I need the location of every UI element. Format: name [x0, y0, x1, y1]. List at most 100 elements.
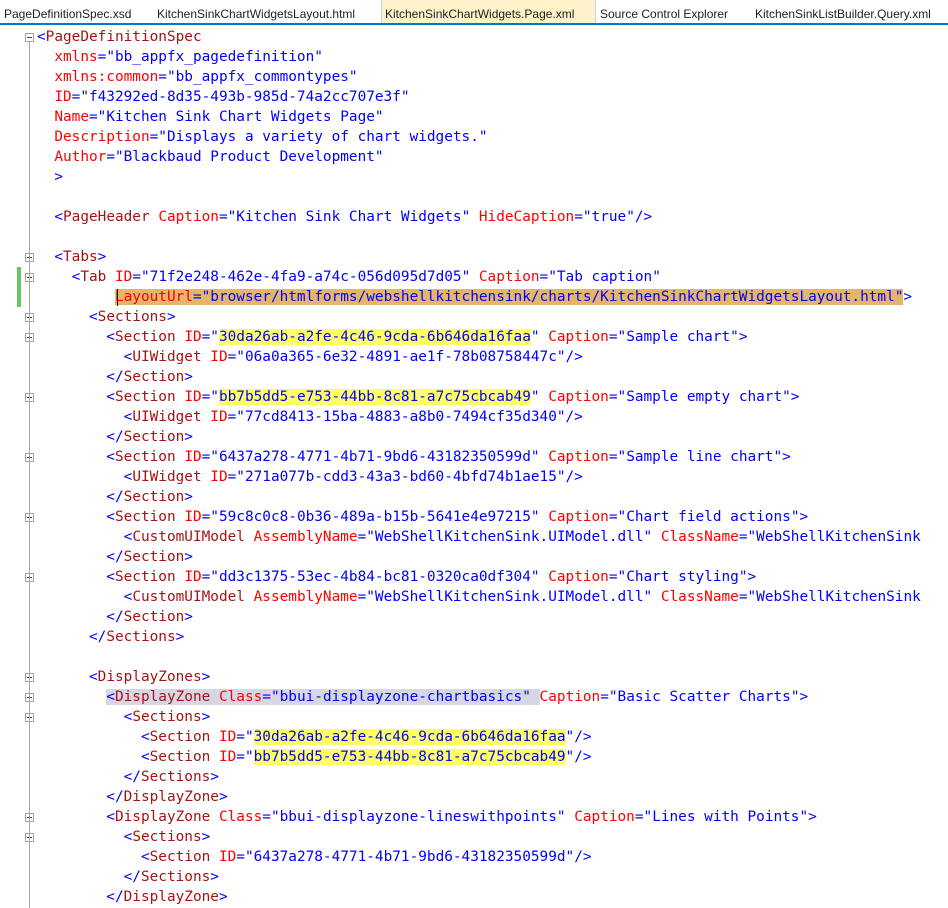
- code-line[interactable]: <DisplayZone Class="bbui-displayzone-cha…: [37, 687, 808, 707]
- code-token: 06a0a365-6e32-4891-ae1f-78b08758447c: [244, 349, 557, 365]
- code-line[interactable]: </DisplayZone>: [37, 787, 227, 807]
- code-token: HideCaption: [478, 209, 575, 225]
- code-line[interactable]: <PageDefinitionSpec: [37, 27, 202, 47]
- code-line[interactable]: </DisplayZone>: [37, 887, 227, 907]
- code-line[interactable]: <Tab ID="71f2e248-462e-4fa9-a74c-056d095…: [37, 267, 661, 287]
- code-token: </: [37, 789, 124, 805]
- code-line[interactable]: <CustomUIModel AssemblyName="WebShellKit…: [37, 527, 921, 547]
- code-line[interactable]: </Section>: [37, 487, 193, 507]
- tab-kitchensinklistbuilder-query-xml[interactable]: KitchenSinkListBuilder.Query.xml: [755, 0, 931, 23]
- code-token: =": [608, 329, 627, 345]
- code-editor[interactable]: <PageDefinitionSpec xmlns="bb_appfx_page…: [0, 27, 948, 908]
- code-token: ID: [210, 469, 228, 485]
- code-token: ">: [799, 809, 817, 825]
- change-marker: [17, 267, 21, 307]
- code-line[interactable]: <Sections>: [37, 827, 211, 847]
- code-token: Caption: [158, 209, 219, 225]
- code-line[interactable]: <Section ID="30da26ab-a2fe-4c46-9cda-6b6…: [37, 327, 747, 347]
- code-token: </: [37, 869, 141, 885]
- code-line[interactable]: <CustomUIModel AssemblyName="WebShellKit…: [37, 587, 921, 607]
- code-line[interactable]: <Section ID="bb7b5dd5-e753-44bb-8c81-a7c…: [37, 387, 799, 407]
- code-token: ": [374, 149, 384, 165]
- code-token: DisplayZones: [97, 669, 202, 685]
- code-token: Section: [123, 609, 185, 625]
- code-token: <: [37, 309, 98, 325]
- code-line[interactable]: Name="Kitchen Sink Chart Widgets Page": [37, 107, 383, 127]
- code-token: ": [530, 329, 549, 345]
- code-line[interactable]: xmlns="bb_appfx_pagedefinition": [37, 47, 323, 67]
- code-token: ID: [210, 409, 228, 425]
- code-token: =": [201, 449, 219, 465]
- code-line[interactable]: </Section>: [37, 427, 193, 447]
- code-line[interactable]: <UIWidget ID="271a077b-cdd3-43a3-bd60-4b…: [37, 467, 583, 487]
- code-token: >: [184, 429, 193, 445]
- code-line[interactable]: <Section ID="6437a278-4771-4b71-9bd6-431…: [37, 447, 791, 467]
- code-line[interactable]: ID="f43292ed-8d35-493b-985d-74a2cc707e3f…: [37, 87, 409, 107]
- tab-kitchensinkchartwidgetslayout-html[interactable]: KitchenSinkChartWidgetsLayout.html: [157, 0, 355, 23]
- code-token: DisplayZone: [114, 809, 211, 825]
- code-token: 77cd8413-15ba-4883-a8b0-7494cf35d340: [244, 409, 557, 425]
- code-line[interactable]: Description="Displays a variety of chart…: [37, 127, 488, 147]
- code-token: ">: [790, 689, 809, 705]
- code-token: Section: [149, 729, 211, 745]
- code-line[interactable]: <Section ID="30da26ab-a2fe-4c46-9cda-6b6…: [37, 727, 592, 747]
- code-line[interactable]: </Section>: [37, 367, 193, 387]
- code-token: ID: [54, 89, 72, 105]
- code-token: f43292ed-8d35-493b-985d-74a2cc707e3f: [88, 89, 401, 105]
- code-line[interactable]: Author="Blackbaud Product Development": [37, 147, 384, 167]
- code-line[interactable]: <DisplayZone Class="bbui-displayzone-lin…: [37, 807, 817, 827]
- tab-source-control-explorer[interactable]: Source Control Explorer: [600, 0, 728, 23]
- code-line[interactable]: <DisplayZones>: [37, 667, 210, 687]
- code-line[interactable]: <Sections>: [37, 707, 211, 727]
- code-token: =": [218, 209, 237, 225]
- code-token: Caption: [574, 809, 635, 825]
- tab-pagedefinitionspec-xsd[interactable]: PageDefinitionSpec.xsd: [4, 0, 131, 23]
- code-token: bb_appfx_commontypes: [175, 69, 349, 85]
- code-token: Kitchen Sink Chart Widgets: [236, 209, 462, 225]
- code-token: bb7b5dd5-e753-44bb-8c81-a7c75cbcab49: [218, 389, 531, 405]
- code-token: Caption: [539, 689, 601, 705]
- code-line[interactable]: <UIWidget ID="06a0a365-6e32-4891-ae1f-78…: [37, 347, 583, 367]
- code-token: <: [37, 249, 63, 265]
- tab-kitchensinkchartwidgets-page-xml[interactable]: KitchenSinkChartWidgets.Page.xml: [381, 0, 596, 23]
- code-token: UIWidget: [132, 469, 202, 485]
- code-token: Sections: [132, 829, 202, 845]
- code-token: Sections: [140, 769, 211, 785]
- code-line[interactable]: <PageHeader Caption="Kitchen Sink Chart …: [37, 207, 652, 227]
- code-line[interactable]: LayoutUrl="browser/htmlforms/webshellkit…: [37, 287, 912, 307]
- code-token: =": [738, 589, 757, 605]
- code-token: PageHeader: [63, 209, 150, 225]
- code-line[interactable]: </Section>: [37, 547, 193, 567]
- code-token: >: [97, 249, 107, 265]
- code-token: =": [227, 349, 245, 365]
- code-token: =": [600, 689, 618, 705]
- code-token: <: [37, 729, 150, 745]
- code-line[interactable]: <Section ID="bb7b5dd5-e753-44bb-8c81-a7c…: [37, 747, 592, 767]
- code-token: ": [478, 129, 488, 145]
- code-line[interactable]: xmlns:common="bb_appfx_commontypes": [37, 67, 357, 87]
- code-line[interactable]: <Section ID="dd3c1375-53ec-4b84-bc81-032…: [37, 567, 756, 587]
- code-line[interactable]: >: [37, 167, 63, 187]
- code-line[interactable]: </Sections>: [37, 767, 219, 787]
- code-line[interactable]: <Sections>: [37, 307, 176, 327]
- code-line[interactable]: </Sections>: [37, 867, 219, 887]
- code-line[interactable]: <Section ID="6437a278-4771-4b71-9bd6-431…: [37, 847, 592, 867]
- code-line[interactable]: <Tabs>: [37, 247, 106, 267]
- code-line[interactable]: </Section>: [37, 607, 193, 627]
- code-token: =": [236, 749, 254, 765]
- code-line[interactable]: </Sections>: [37, 627, 184, 647]
- code-line[interactable]: <Section ID="59c8c0c8-0b36-489a-b15b-564…: [37, 507, 808, 527]
- code-line[interactable]: <UIWidget ID="77cd8413-15ba-4883-a8b0-74…: [37, 407, 583, 427]
- code-token: ID: [210, 349, 228, 365]
- collapse-toggle-icon[interactable]: [25, 33, 34, 42]
- code-token: >: [184, 489, 193, 505]
